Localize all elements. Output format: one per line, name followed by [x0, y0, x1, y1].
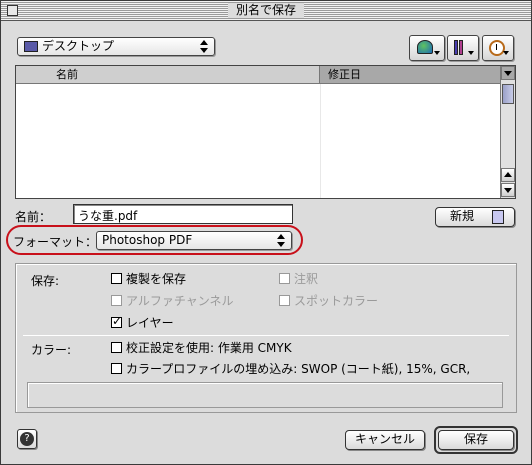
alpha-channels-checkbox[interactable]: アルファチャンネル [111, 294, 234, 310]
checkbox-label: レイヤー [126, 316, 174, 330]
help-icon: ? [20, 432, 34, 446]
checkmark-icon: ✓ [112, 314, 123, 328]
checkbox-box [279, 273, 290, 284]
checkbox-label: カラープロファイルの埋め込み: SWOP (コート紙), 15%, GCR, [126, 362, 471, 376]
column-header-date[interactable]: 修正日 [320, 66, 502, 84]
save-label: 保存 [463, 432, 488, 446]
section-divider [23, 335, 509, 336]
shortcuts-icon-book2 [459, 40, 463, 55]
checkbox-box [111, 273, 122, 284]
column-divider [320, 84, 321, 198]
name-label: 名前： [15, 210, 52, 224]
shortcuts-button[interactable] [447, 35, 479, 61]
checkbox-label: スポットカラー [294, 294, 379, 308]
embed-color-profile-checkbox[interactable]: カラープロファイルの埋め込み: SWOP (コート紙), 15%, GCR, [111, 362, 470, 378]
column-header-date-label: 修正日 [328, 68, 361, 81]
format-label: フォーマット： [13, 235, 98, 249]
checkbox-box: ✓ [111, 314, 123, 328]
format-selected: Photoshop PDF [102, 233, 193, 247]
filename-input[interactable]: うな重.pdf [73, 204, 293, 224]
annotations-checkbox[interactable]: 注釈 [279, 272, 318, 288]
checkbox-label: 複製を保存 [126, 272, 187, 286]
dropdown-triangle-icon [434, 51, 440, 55]
checkbox-label: アルファチャンネル [126, 294, 234, 308]
column-header-name-label: 名前 [56, 68, 78, 81]
help-button[interactable]: ? [17, 429, 37, 449]
format-popup[interactable]: Photoshop PDF [96, 231, 292, 250]
save-options-label: 保存: [31, 274, 60, 288]
sort-triangle-icon [504, 71, 512, 76]
popup-arrows-icon [277, 234, 285, 247]
location-popup[interactable]: デスクトップ [17, 37, 215, 56]
checkbox-box [111, 342, 122, 353]
file-browser[interactable]: 名前 修正日 [15, 65, 516, 199]
dropdown-triangle-icon [503, 51, 509, 55]
filename-value: うな重.pdf [78, 209, 138, 223]
window-title: 別名で保存 [227, 3, 305, 18]
shortcuts-icon [454, 40, 458, 55]
use-proof-setup-checkbox[interactable]: 校正設定を使用: 作業用 CMYK [111, 341, 292, 357]
scroll-down-button[interactable] [501, 183, 515, 197]
cancel-button[interactable]: キャンセル [345, 430, 425, 450]
scroll-down-arrow-icon [504, 188, 512, 193]
checkbox-label: 校正設定を使用: 作業用 CMYK [126, 341, 292, 355]
vertical-scrollbar[interactable] [500, 66, 515, 198]
scroll-thumb[interactable] [502, 84, 514, 104]
location-label: デスクトップ [42, 39, 115, 53]
cancel-label: キャンセル [354, 432, 415, 446]
recent-button[interactable] [482, 35, 514, 61]
dropdown-triangle-icon [468, 51, 474, 55]
computer-icon [417, 40, 433, 54]
close-box[interactable] [7, 5, 18, 16]
clock-hand [496, 44, 497, 50]
column-header-name[interactable]: 名前 [16, 66, 320, 84]
spot-colors-checkbox[interactable]: スポットカラー [279, 294, 378, 310]
layers-checkbox[interactable]: ✓ レイヤー [111, 314, 174, 332]
color-options-label: カラー: [31, 343, 72, 357]
scroll-up-arrow-icon [504, 172, 512, 177]
save-button[interactable]: 保存 [438, 430, 514, 450]
folder-icon [24, 41, 38, 52]
new-folder-label: 新規 [450, 209, 475, 223]
popup-arrows-icon [200, 40, 208, 53]
sort-direction-button[interactable] [501, 66, 515, 80]
new-folder-button[interactable]: 新規 [435, 207, 515, 227]
save-as-dialog: 別名で保存 デスクトップ 名前 修正日 名前： うな重.pdf 新規 フォーマッ… [0, 0, 532, 465]
computer-button[interactable] [409, 35, 445, 61]
checkbox-label: 注釈 [294, 272, 319, 286]
warning-box [27, 382, 503, 408]
scroll-up-button[interactable] [501, 168, 515, 182]
checkbox-box [279, 295, 290, 306]
title-bar[interactable]: 別名で保存 [1, 1, 531, 21]
checkbox-box [111, 363, 122, 374]
save-copy-checkbox[interactable]: 複製を保存 [111, 272, 186, 288]
new-folder-icon [492, 210, 504, 224]
checkbox-box [111, 295, 122, 306]
